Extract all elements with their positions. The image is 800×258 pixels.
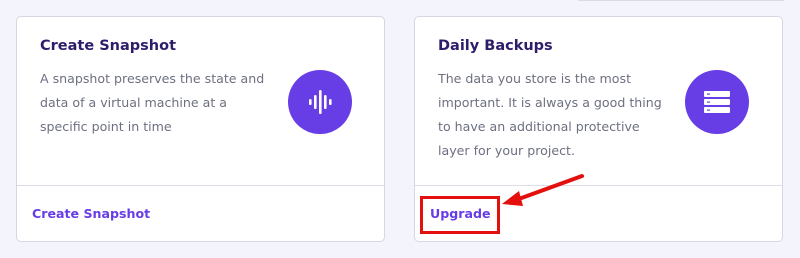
top-edge-line [578,0,784,1]
create-snapshot-link[interactable]: Create Snapshot [32,206,150,221]
card-description: The data you store is the most important… [438,71,662,158]
highlight-box [420,196,500,234]
card-title: Daily Backups [438,38,553,54]
pointer-arrow-icon [502,174,584,206]
create-snapshot-card: Create Snapshot A snapshot preserves the… [16,16,385,242]
server-stack-icon [685,70,749,134]
card-divider [17,185,384,186]
card-title: Create Snapshot [40,38,177,54]
card-description: A snapshot preserves the state and data … [40,71,265,134]
soundwave-icon [288,70,352,134]
card-divider [415,185,782,186]
